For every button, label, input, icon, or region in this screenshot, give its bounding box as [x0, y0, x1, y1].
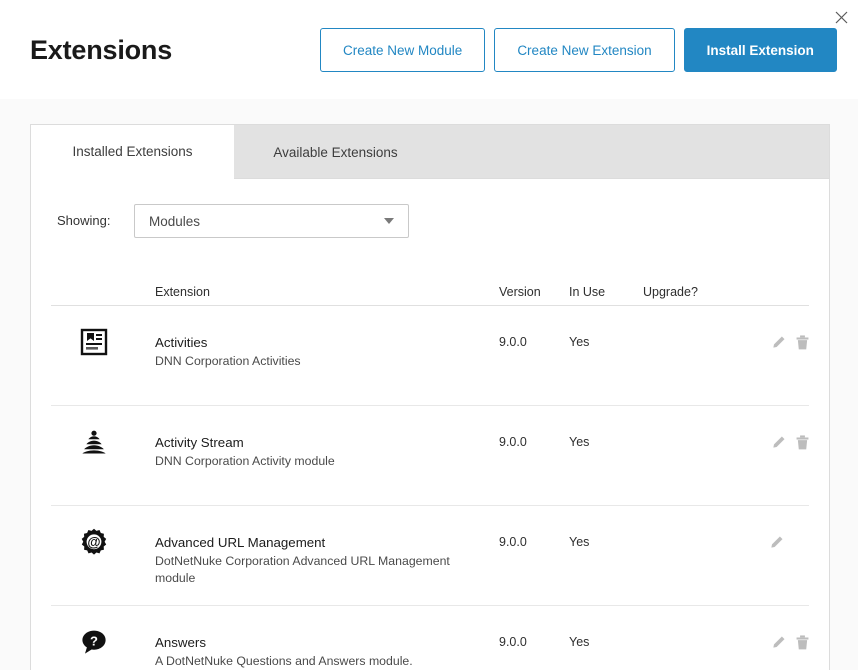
extension-info: Advanced URL Management DotNetNuke Corpo… [155, 534, 499, 587]
extension-name: Answers [155, 634, 499, 651]
showing-label: Showing: [57, 204, 110, 238]
table-header-row: Extension Version In Use Upgrade? [51, 280, 809, 306]
extension-upgrade [643, 334, 739, 335]
extension-upgrade [643, 534, 739, 535]
activities-icon [51, 334, 155, 356]
extension-info: Activity Stream DNN Corporation Activity… [155, 434, 499, 470]
table-header-extension: Extension [155, 285, 499, 299]
row-actions [739, 634, 809, 650]
install-extension-button[interactable]: Install Extension [684, 28, 837, 72]
row-actions [739, 334, 809, 350]
extension-name: Advanced URL Management [155, 534, 499, 551]
header-actions: Create New Module Create New Extension I… [320, 28, 837, 72]
extension-version: 9.0.0 [499, 634, 569, 649]
pencil-icon[interactable] [771, 635, 786, 650]
table-row[interactable]: @ Advanced URL Management DotNetNuke Cor… [51, 506, 809, 606]
table-header-in-use: In Use [569, 285, 643, 299]
trash-icon[interactable] [796, 435, 809, 450]
extension-upgrade [643, 634, 739, 635]
extension-in-use: Yes [569, 634, 643, 649]
showing-select-value: Modules [135, 214, 384, 229]
table-row[interactable]: ? Answers A DotNetNuke Questions and Ans… [51, 606, 809, 670]
extension-description: A DotNetNuke Questions and Answers modul… [155, 653, 470, 670]
extension-in-use: Yes [569, 334, 643, 349]
tab-available-extensions[interactable]: Available Extensions [234, 125, 437, 179]
extension-version: 9.0.0 [499, 334, 569, 349]
svg-text:@: @ [87, 535, 100, 550]
row-actions [739, 434, 809, 450]
pencil-icon[interactable] [771, 435, 786, 450]
table-row[interactable]: Activities DNN Corporation Activities 9.… [51, 306, 809, 406]
activity-stream-icon [51, 434, 155, 456]
extension-upgrade [643, 434, 739, 435]
extension-description: DNN Corporation Activities [155, 353, 470, 370]
extension-in-use: Yes [569, 434, 643, 449]
table-header-upgrade: Upgrade? [643, 285, 739, 299]
tab-installed-extensions[interactable]: Installed Extensions [31, 125, 234, 179]
advanced-url-management-icon: @ [51, 534, 155, 556]
table-row[interactable]: Activity Stream DNN Corporation Activity… [51, 406, 809, 506]
create-new-extension-button[interactable]: Create New Extension [494, 28, 674, 72]
pencil-icon[interactable] [771, 335, 786, 350]
page-title: Extensions [30, 33, 172, 67]
extension-version: 9.0.0 [499, 534, 569, 549]
trash-icon[interactable] [796, 635, 809, 650]
extension-description: DotNetNuke Corporation Advanced URL Mana… [155, 553, 470, 587]
extension-info: Answers A DotNetNuke Questions and Answe… [155, 634, 499, 670]
pencil-icon[interactable] [769, 535, 784, 550]
row-actions [739, 534, 809, 550]
showing-select[interactable]: Modules [134, 204, 409, 238]
table-header-version: Version [499, 285, 569, 299]
trash-icon[interactable] [796, 335, 809, 350]
extension-description: DNN Corporation Activity module [155, 453, 470, 470]
extensions-table: Extension Version In Use Upgrade? [51, 280, 809, 670]
extension-name: Activity Stream [155, 434, 499, 451]
tab-strip: Installed Extensions Available Extension… [31, 125, 829, 179]
svg-text:?: ? [90, 633, 98, 648]
answers-icon: ? [51, 634, 155, 656]
create-new-module-button[interactable]: Create New Module [320, 28, 485, 72]
extension-name: Activities [155, 334, 499, 351]
extensions-panel: Installed Extensions Available Extension… [30, 124, 830, 670]
chevron-down-icon [384, 218, 394, 224]
extension-version: 9.0.0 [499, 434, 569, 449]
extension-in-use: Yes [569, 534, 643, 549]
page-header: Extensions Create New Module Create New … [0, 0, 858, 99]
extension-info: Activities DNN Corporation Activities [155, 334, 499, 370]
extensions-page: Extensions Create New Module Create New … [0, 0, 858, 670]
close-icon[interactable] [830, 6, 852, 28]
